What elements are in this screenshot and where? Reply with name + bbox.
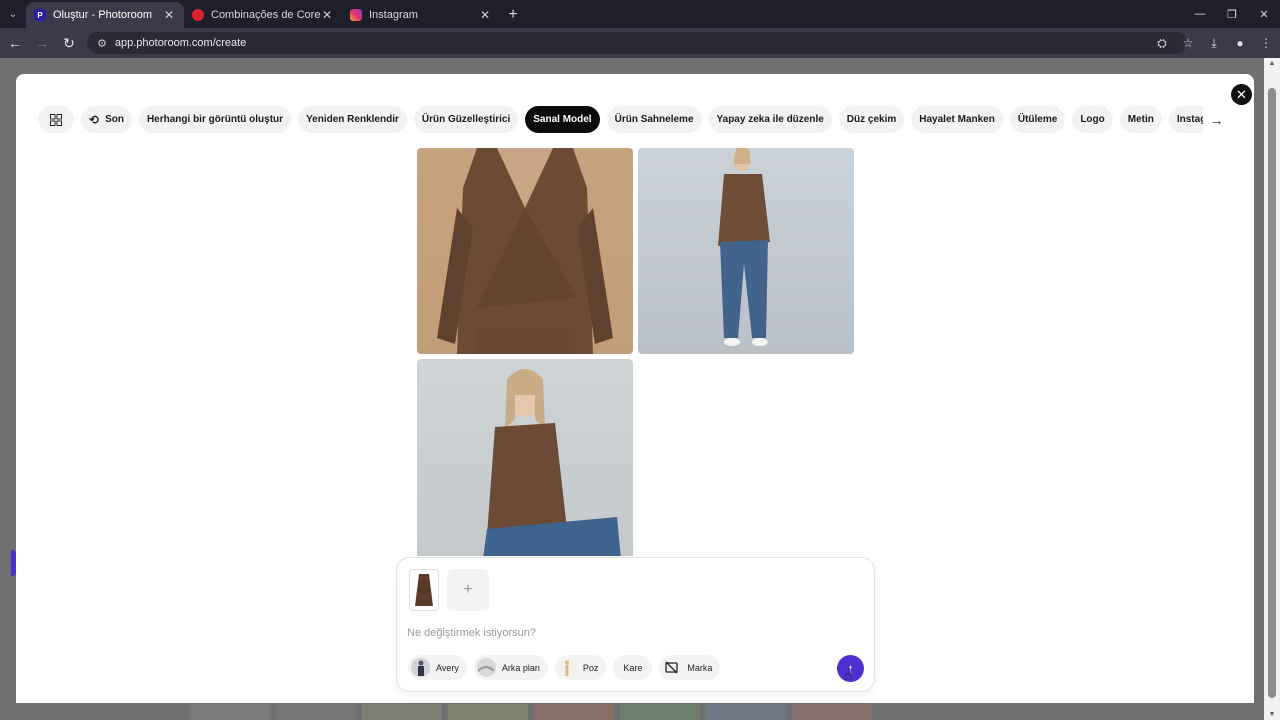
close-tab-icon[interactable]: ✕ bbox=[478, 8, 492, 22]
url-text: app.photoroom.com/create bbox=[114, 37, 247, 49]
chip-label: Ütüleme bbox=[1017, 114, 1058, 125]
tab-title: Combinações de Cores - Outo bbox=[211, 9, 320, 21]
chip-label: Sanal Model bbox=[533, 114, 592, 125]
generated-gallery bbox=[417, 148, 855, 556]
history-icon: ⟲ bbox=[89, 112, 100, 127]
prompt-options: Avery Arka plan Poz Kare Marka bbox=[408, 655, 721, 680]
skirt-thumbnail-icon bbox=[415, 574, 433, 606]
pose-icon bbox=[557, 658, 577, 677]
option-background[interactable]: Arka plan bbox=[473, 655, 548, 680]
browser-tab-instagram[interactable]: Instagram ✕ bbox=[342, 2, 500, 28]
option-label: Poz bbox=[582, 662, 599, 673]
tab-title: Oluştur - Photoroom bbox=[53, 9, 153, 21]
close-tab-icon[interactable]: ✕ bbox=[162, 8, 176, 22]
scroll-down-icon[interactable]: ▼ bbox=[1264, 711, 1280, 718]
chip-label: Son bbox=[105, 114, 124, 125]
reload-icon[interactable]: ↻ bbox=[57, 31, 81, 55]
chip-flat-lay[interactable]: Düz çekim bbox=[838, 106, 905, 133]
toolbar-actions: ⛭ ☆ ⤓ ● ⋮ bbox=[1150, 28, 1280, 58]
background-icon bbox=[476, 658, 496, 677]
model-full-standing-illustration bbox=[718, 148, 770, 346]
prompt-card: + Avery Arka plan Poz bbox=[396, 557, 875, 692]
scrollbar-thumb[interactable] bbox=[1268, 88, 1276, 698]
chip-label: Yeniden Renklendir bbox=[306, 114, 399, 125]
model-seated-illustration bbox=[483, 369, 621, 556]
chip-label: Logo bbox=[1080, 114, 1105, 125]
generated-image-seated[interactable] bbox=[417, 359, 633, 556]
chip-label: Ürün Güzelleştirici bbox=[421, 114, 511, 125]
scroll-up-icon[interactable]: ▲ bbox=[1264, 60, 1280, 67]
close-tab-icon[interactable]: ✕ bbox=[320, 8, 334, 22]
chip-ironing[interactable]: Ütüleme bbox=[1009, 106, 1066, 133]
prompt-input[interactable] bbox=[407, 624, 827, 642]
photoroom-favicon-icon: P bbox=[34, 9, 46, 21]
close-icon[interactable]: ✕ bbox=[1231, 84, 1252, 105]
browser-tab-bar: ⌄ P Oluştur - Photoroom ✕ Combinações de… bbox=[0, 0, 1280, 28]
chip-label: Herhangi bir görüntü oluştur bbox=[146, 114, 284, 125]
chip-recent[interactable]: ⟲ Son bbox=[81, 106, 132, 133]
site-info-icon[interactable]: ⚙ bbox=[97, 37, 107, 50]
option-label: Marka bbox=[687, 662, 713, 673]
option-brand[interactable]: Marka bbox=[659, 655, 721, 680]
restore-icon[interactable]: ❐ bbox=[1216, 0, 1248, 28]
option-label: Arka plan bbox=[501, 662, 540, 673]
chip-ai-edit[interactable]: Yapay zeka ile düzenle bbox=[708, 106, 832, 133]
chip-product-beautifier[interactable]: Ürün Güzelleştirici bbox=[413, 106, 519, 133]
create-modal: ✕ ⟲ Son Herhangi bir görüntü oluştur Yeni… bbox=[16, 74, 1254, 703]
close-window-icon[interactable]: ✕ bbox=[1248, 0, 1280, 28]
profile-avatar-icon[interactable]: ● bbox=[1228, 31, 1252, 55]
generated-image-full-standing[interactable] bbox=[638, 148, 854, 354]
tab-search-chevron-icon[interactable]: ⌄ bbox=[0, 0, 26, 28]
browser-tab-pinterest[interactable]: Combinações de Cores - Outo ✕ bbox=[184, 2, 342, 28]
chip-label: Metin bbox=[1127, 114, 1154, 125]
back-icon[interactable]: ← bbox=[3, 31, 27, 55]
chip-logo[interactable]: Logo bbox=[1072, 106, 1113, 133]
chip-label: Yapay zeka ile düzenle bbox=[716, 114, 824, 125]
chip-ghost-mannequin[interactable]: Hayalet Manken bbox=[911, 106, 1003, 133]
mouse-cursor-icon: ☝ bbox=[844, 667, 853, 683]
attached-product-thumbnail[interactable] bbox=[409, 569, 439, 611]
arrow-right-icon[interactable]: → bbox=[1203, 106, 1230, 133]
forward-icon[interactable]: → bbox=[30, 31, 54, 55]
window-controls: — ❐ ✕ bbox=[1184, 0, 1280, 28]
brand-off-icon bbox=[662, 658, 681, 677]
bookmark-star-icon[interactable]: ☆ bbox=[1176, 31, 1200, 55]
grid-view-button[interactable] bbox=[38, 106, 74, 133]
chip-generate-any-image[interactable]: Herhangi bir görüntü oluştur bbox=[138, 106, 292, 133]
url-field[interactable]: ⚙ app.photoroom.com/create bbox=[87, 32, 1187, 54]
chip-label: Ürün Sahneleme bbox=[614, 114, 694, 125]
translate-icon[interactable]: ⛭ bbox=[1150, 31, 1174, 55]
minimize-icon[interactable]: — bbox=[1184, 0, 1216, 28]
chip-product-staging[interactable]: Ürün Sahneleme bbox=[606, 106, 702, 133]
avatar-icon bbox=[411, 658, 430, 677]
chip-recolor[interactable]: Yeniden Renklendir bbox=[298, 106, 407, 133]
instagram-favicon-icon bbox=[350, 9, 362, 21]
tool-chip-bar: ⟲ Son Herhangi bir görüntü oluştur Yenide… bbox=[38, 106, 1230, 133]
page-scrollbar[interactable]: ▲ ▼ bbox=[1264, 58, 1280, 720]
chip-virtual-model[interactable]: Sanal Model bbox=[525, 106, 600, 133]
option-square[interactable]: Kare bbox=[613, 655, 653, 680]
browser-menu-icon[interactable]: ⋮ bbox=[1254, 31, 1278, 55]
option-label: Avery bbox=[436, 662, 459, 673]
new-tab-icon[interactable]: + bbox=[500, 2, 526, 28]
browser-tab-photoroom[interactable]: P Oluştur - Photoroom ✕ bbox=[26, 2, 184, 28]
option-label: Kare bbox=[623, 662, 643, 673]
tab-title: Instagram bbox=[369, 9, 418, 21]
chip-label: Hayalet Manken bbox=[919, 114, 995, 125]
download-icon[interactable]: ⤓ bbox=[1202, 31, 1226, 55]
background-thumbnail-strip bbox=[190, 704, 872, 720]
address-bar: ← → ↻ ⚙ app.photoroom.com/create ⛭ ☆ ⤓ ●… bbox=[0, 28, 1280, 58]
model-front-closeup-illustration bbox=[437, 148, 613, 354]
grid-icon bbox=[50, 113, 62, 126]
chip-label: Düz çekim bbox=[846, 114, 897, 125]
add-image-button[interactable]: + bbox=[447, 569, 489, 611]
pinterest-favicon-icon bbox=[192, 9, 204, 21]
generated-image-front-closeup[interactable] bbox=[417, 148, 633, 354]
option-model-avery[interactable]: Avery bbox=[408, 655, 467, 680]
chip-text[interactable]: Metin bbox=[1119, 106, 1162, 133]
option-pose[interactable]: Poz bbox=[554, 655, 607, 680]
